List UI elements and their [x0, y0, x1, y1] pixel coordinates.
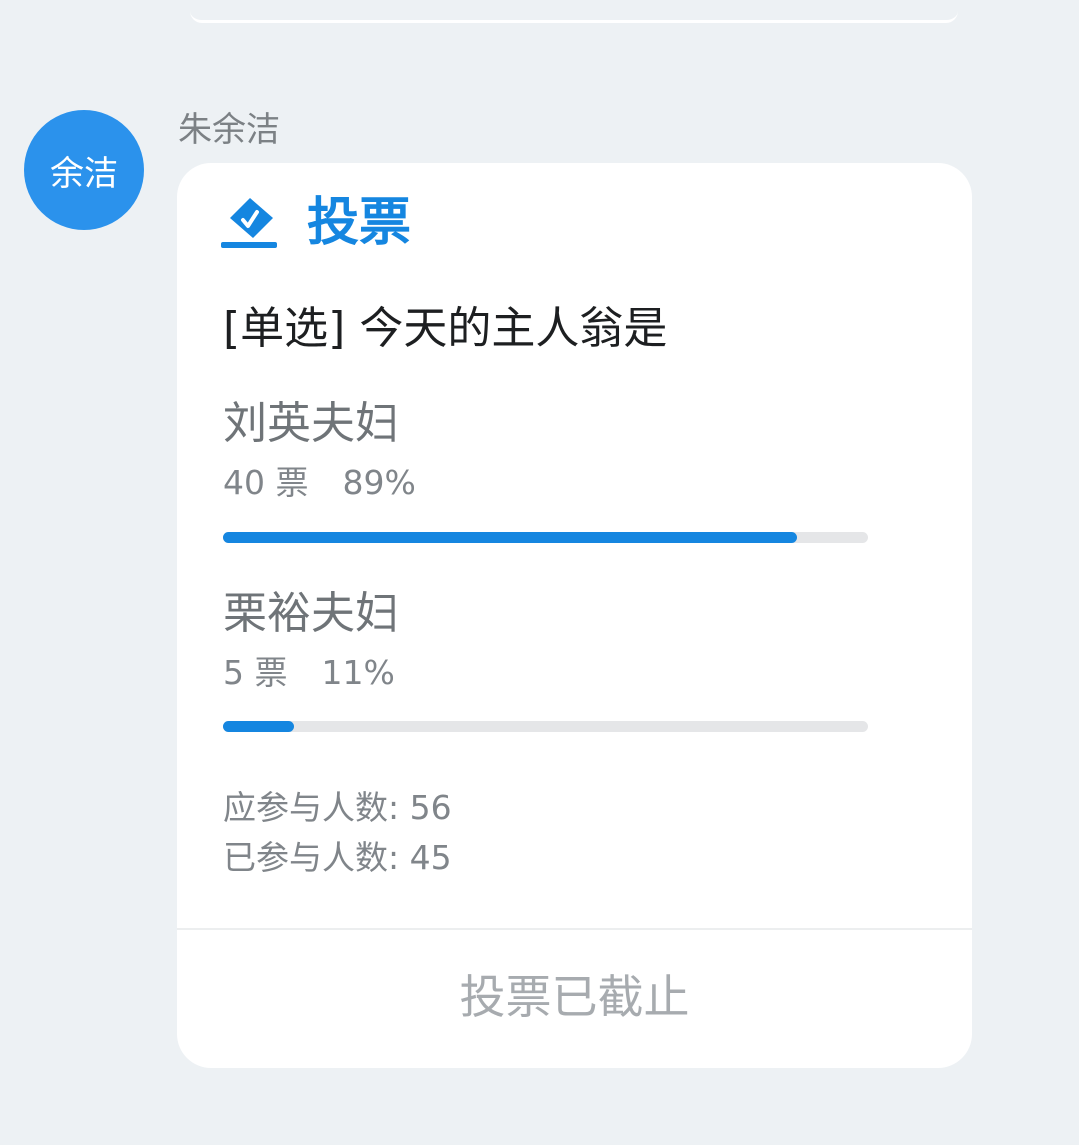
sender-name: 朱余洁 — [178, 110, 280, 150]
vote-count: 40 票 — [223, 463, 309, 502]
progress-bar-track — [223, 532, 868, 543]
footer-divider — [177, 928, 972, 930]
ballot-box-icon — [221, 198, 277, 248]
poll-option-2[interactable]: 栗裕夫妇 5 票 11% — [223, 587, 868, 732]
vote-percent: 89% — [342, 463, 416, 502]
poll-option-1[interactable]: 刘英夫妇 40 票 89% — [223, 397, 868, 543]
poll-header: 投票 — [221, 193, 411, 253]
poll-option-stats: 40 票 89% — [223, 463, 868, 503]
previous-message-bubble-edge — [190, 0, 958, 23]
progress-bar-fill — [223, 721, 294, 732]
poll-title: 投票 — [307, 193, 412, 253]
progress-bar-track — [223, 721, 868, 732]
actual-participants: 已参与人数: 45 — [223, 838, 452, 877]
poll-option-stats: 5 票 11% — [223, 653, 868, 693]
expected-participants: 应参与人数: 56 — [223, 788, 452, 827]
vote-percent: 11% — [321, 653, 395, 692]
avatar-text: 余洁 — [50, 153, 118, 194]
poll-question: [单选] 今天的主人翁是 — [223, 303, 668, 354]
participant-counts: 应参与人数: 56 已参与人数: 45 — [223, 783, 452, 883]
poll-option-label: 刘英夫妇 — [223, 398, 399, 449]
poll-card[interactable]: 投票 [单选] 今天的主人翁是 刘英夫妇 40 票 89% 栗裕夫妇 5 票 11%… — [177, 163, 972, 1068]
avatar[interactable]: 余洁 — [24, 110, 144, 230]
poll-closed-status: 投票已截止 — [459, 970, 690, 1024]
progress-bar-fill — [223, 532, 798, 543]
vote-count: 5 票 — [223, 653, 288, 692]
poll-option-label: 栗裕夫妇 — [223, 588, 399, 639]
